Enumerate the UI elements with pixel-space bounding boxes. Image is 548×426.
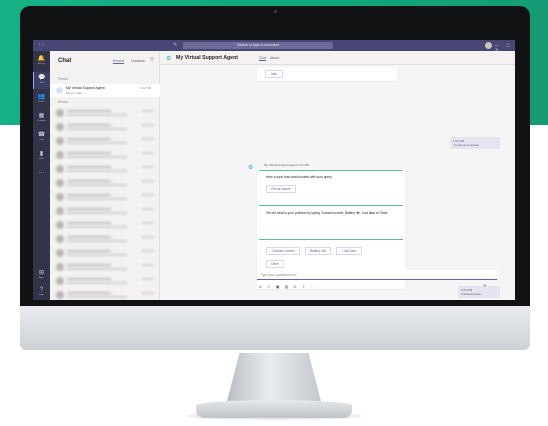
rail-label: Chat	[39, 82, 45, 84]
rail-item-chat[interactable]: 💬 Chat	[33, 72, 50, 89]
teams-icon: 👥	[37, 94, 46, 100]
rail-item-more[interactable]: ···	[33, 167, 50, 184]
rail-item-calendar[interactable]: ▦ Calendar	[33, 110, 50, 127]
phone-issues-button[interactable]: Phone Issues	[266, 185, 296, 193]
chat-item-time: 1:02 PM	[140, 86, 152, 90]
app-rail: 🔔 Activity 💬 Chat 👥 Teams ▦ Calendar ☎ C…	[33, 51, 50, 300]
filter-icon[interactable]: ▽	[150, 57, 154, 63]
chat-list-title: Chat	[58, 58, 72, 64]
list-item[interactable]	[50, 261, 160, 273]
user-message: 1:01 PM cracked screen	[458, 286, 500, 298]
card-accent-line	[259, 170, 403, 171]
conversation-pane: ⚙ My Virtual Support Agent Chat About he…	[160, 51, 515, 300]
message-text: cracked screen	[461, 292, 482, 296]
option-lost-data-button[interactable]: Lost Data	[336, 247, 362, 255]
list-item[interactable]	[50, 121, 160, 133]
app-titlebar: ‹ › ✎ Search or type a command — ◻ ✕	[33, 40, 515, 52]
tab-contacts[interactable]: Contacts	[131, 59, 145, 63]
tab-recent[interactable]: Recent	[113, 59, 125, 64]
more-icon: ···	[38, 170, 45, 176]
tab-chat[interactable]: Chat	[259, 56, 267, 61]
option-battery-life-button[interactable]: Battery Life	[305, 247, 331, 255]
bot-avatar-icon: ⚙	[166, 56, 172, 62]
nav-arrows-icon[interactable]: ‹ ›	[39, 42, 44, 48]
bot-avatar	[56, 87, 63, 94]
rail-item-calls[interactable]: ☎ Calls	[33, 129, 50, 146]
list-item[interactable]	[50, 233, 160, 245]
list-item[interactable]	[50, 177, 160, 189]
list-item[interactable]	[50, 289, 160, 300]
search-input[interactable]: Search or type a command	[183, 42, 333, 49]
card-accent-line	[259, 239, 403, 240]
section-recent: Recent	[58, 100, 69, 104]
rail-label: Calls	[39, 139, 44, 141]
apps-icon: ⊞	[38, 270, 45, 276]
bot-response-card: Here a topic that should match with your…	[257, 169, 405, 289]
help-button[interactable]: help	[265, 70, 283, 78]
rail-label: Apps	[39, 277, 44, 279]
chat-item-name: My Virtual Support Agent	[66, 86, 105, 90]
option-other-button[interactable]: Other	[266, 260, 284, 268]
bell-icon: 🔔	[37, 56, 46, 62]
chat-icon: 💬	[38, 75, 46, 81]
webcam-icon	[274, 10, 277, 13]
rail-item-activity[interactable]: 🔔 Activity	[33, 53, 50, 70]
monitor-stand-base	[196, 400, 352, 418]
chat-list-pane: Chat Recent Contacts ▽ Pinned My Virtual…	[50, 51, 160, 300]
card-text: Here a topic that should match with your…	[266, 175, 333, 179]
chat-item-virtual-support-agent[interactable]: My Virtual Support Agent Send a card 1:0…	[50, 84, 160, 97]
list-item[interactable]	[50, 135, 160, 147]
promo-scene: ‹ › ✎ Search or type a command — ◻ ✕ 🔔 A…	[0, 0, 548, 426]
rail-label: Help	[39, 294, 44, 296]
calendar-icon: ▦	[38, 113, 45, 119]
compose-icon[interactable]: ✎	[173, 42, 177, 48]
tab-about[interactable]: About	[270, 56, 279, 60]
user-message: 1:01 PM my phone is broken	[450, 137, 500, 149]
rail-label: Files	[39, 158, 44, 160]
message-meta: My Virtual Support Agent 1:01 PM	[264, 163, 310, 167]
rail-label: Activity	[38, 63, 45, 65]
teams-app-screen: ‹ › ✎ Search or type a command — ◻ ✕ 🔔 A…	[33, 40, 515, 300]
card-accent-line	[259, 205, 403, 206]
list-item[interactable]	[50, 163, 160, 175]
list-item[interactable]	[50, 107, 160, 119]
list-item[interactable]	[50, 219, 160, 231]
chat-item-preview: Send a card	[66, 91, 83, 95]
file-icon: ▮	[39, 151, 44, 157]
conversation-title: My Virtual Support Agent	[176, 55, 238, 61]
list-item[interactable]	[50, 275, 160, 287]
list-item[interactable]	[50, 205, 160, 217]
desktop-monitor: ‹ › ✎ Search or type a command — ◻ ✕ 🔔 A…	[20, 6, 530, 350]
bot-avatar-icon: ⚙	[248, 165, 254, 171]
conversation-header: ⚙ My Virtual Support Agent Chat About	[160, 51, 515, 65]
rail-item-files[interactable]: ▮ Files	[33, 148, 50, 165]
monitor-chin	[20, 306, 530, 350]
list-item[interactable]	[50, 149, 160, 161]
rail-item-apps[interactable]: ⊞ Apps	[33, 267, 50, 284]
earlier-bot-card: help	[257, 67, 397, 81]
rail-item-teams[interactable]: 👥 Teams	[33, 91, 50, 108]
list-item[interactable]	[50, 247, 160, 259]
message-text: my phone is broken	[453, 143, 480, 147]
option-cracked-screen-button[interactable]: Cracked Screen	[266, 247, 300, 255]
list-item[interactable]	[50, 191, 160, 203]
section-pinned: Pinned	[58, 77, 68, 81]
help-icon: ?	[39, 287, 44, 293]
phone-icon: ☎	[37, 132, 46, 138]
card-text: Tell me what is your problem by typing C…	[266, 211, 389, 215]
rail-label: Calendar	[37, 120, 46, 122]
window-controls[interactable]: — ◻ ✕	[495, 42, 515, 52]
rail-label: Teams	[38, 101, 45, 103]
user-avatar[interactable]	[485, 42, 492, 49]
rail-item-help[interactable]: ? Help	[33, 284, 50, 300]
monitor-stand-neck	[226, 353, 322, 405]
